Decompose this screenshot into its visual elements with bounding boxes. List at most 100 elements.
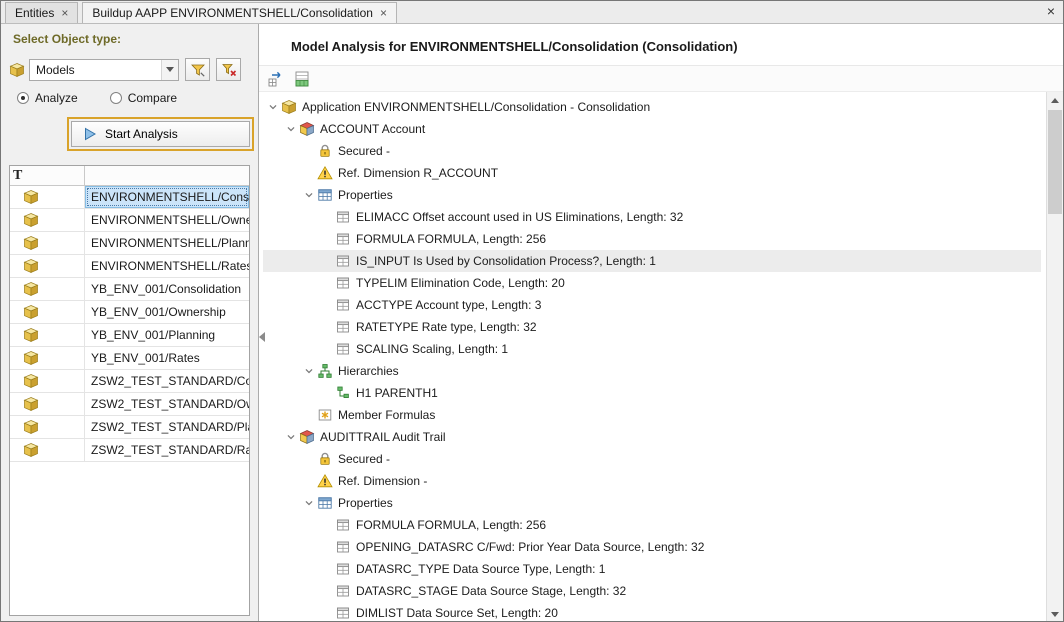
filter-button[interactable] <box>185 58 210 81</box>
expander-spacer <box>319 341 335 357</box>
tree-row[interactable]: Properties <box>263 492 1041 514</box>
tree-row[interactable]: DATASRC_TYPE Data Source Type, Length: 1 <box>263 558 1041 580</box>
clear-filter-button[interactable] <box>216 58 241 81</box>
vertical-scrollbar[interactable] <box>1046 92 1063 622</box>
model-list-item[interactable]: ENVIRONMENTSHELL/Rates <box>10 255 249 278</box>
expander-spacer <box>319 605 335 621</box>
analyze-radio[interactable]: Analyze <box>17 91 78 105</box>
export-spreadsheet-button[interactable] <box>292 69 312 89</box>
tabstrip-close-icon[interactable]: × <box>1047 4 1055 18</box>
object-selection-panel: Select Object type: Models Analyze <box>1 24 259 622</box>
model-label[interactable]: ZSW2_TEST_STANDARD/Planning <box>85 416 249 438</box>
model-label[interactable]: YB_ENV_001/Consolidation <box>85 278 249 300</box>
tree-row-label: DATASRC_TYPE Data Source Type, Length: 1 <box>356 562 605 576</box>
tree-row[interactable]: RATETYPE Rate type, Length: 32 <box>263 316 1041 338</box>
tree-row[interactable]: ACCTYPE Account type, Length: 3 <box>263 294 1041 316</box>
tree-row[interactable]: TYPELIM Elimination Code, Length: 20 <box>263 272 1041 294</box>
tree-row[interactable]: Secured - <box>263 140 1041 162</box>
tree-row[interactable]: DATASRC_STAGE Data Source Stage, Length:… <box>263 580 1041 602</box>
model-list-item[interactable]: YB_ENV_001/Rates <box>10 347 249 370</box>
tree-row[interactable]: DIMLIST Data Source Set, Length: 20 <box>263 602 1041 622</box>
scrollbar-thumb[interactable] <box>1048 110 1062 214</box>
tree-row-label: Secured - <box>338 144 390 158</box>
model-list-item[interactable]: ZSW2_TEST_STANDARD/Planning <box>10 416 249 439</box>
transfer-results-button[interactable] <box>266 69 286 89</box>
tab-close-icon[interactable]: × <box>61 8 68 18</box>
model-package-icon <box>23 235 39 251</box>
model-package-icon <box>23 258 39 274</box>
tree-row-label: AUDITTRAIL Audit Trail <box>320 430 446 444</box>
expander-spacer <box>319 319 335 335</box>
model-label[interactable]: ZSW2_TEST_STANDARD/Owners... <box>85 393 249 415</box>
model-list-item[interactable]: ZSW2_TEST_STANDARD/Owners... <box>10 393 249 416</box>
tree-row[interactable]: Ref. Dimension R_ACCOUNT <box>263 162 1041 184</box>
model-list-item[interactable]: ENVIRONMENTSHELL/Consolidation <box>10 186 249 209</box>
tree-row[interactable]: Application ENVIRONMENTSHELL/Consolidati… <box>263 96 1041 118</box>
model-list-item[interactable]: ENVIRONMENTSHELL/Ownership <box>10 209 249 232</box>
model-list-item[interactable]: YB_ENV_001/Consolidation <box>10 278 249 301</box>
expander-chevron-down-icon[interactable] <box>283 429 299 445</box>
tree-row[interactable]: FORMULA FORMULA, Length: 256 <box>263 228 1041 250</box>
expander-chevron-down-icon[interactable] <box>301 495 317 511</box>
model-label[interactable]: YB_ENV_001/Planning <box>85 324 249 346</box>
start-analysis-label: Start Analysis <box>105 127 178 141</box>
tree-row[interactable]: AUDITTRAIL Audit Trail <box>263 426 1041 448</box>
model-table-header: T <box>10 166 249 186</box>
tree-row[interactable]: OPENING_DATASRC C/Fwd: Prior Year Data S… <box>263 536 1041 558</box>
expander-spacer <box>301 165 317 181</box>
property-icon <box>335 319 351 335</box>
tab-buildup-analysis[interactable]: Buildup AAPP ENVIRONMENTSHELL/Consolidat… <box>82 2 397 23</box>
tree-row-label: DATASRC_STAGE Data Source Stage, Length:… <box>356 584 626 598</box>
tree-row[interactable]: FORMULA FORMULA, Length: 256 <box>263 514 1041 536</box>
object-type-dropdown[interactable]: Models <box>29 59 179 81</box>
analysis-tree: Application ENVIRONMENTSHELL/Consolidati… <box>263 96 1041 622</box>
model-label[interactable]: YB_ENV_001/Rates <box>85 347 249 369</box>
tab-entities[interactable]: Entities × <box>5 2 78 23</box>
model-label[interactable]: ENVIRONMENTSHELL/Consolidation <box>85 186 249 208</box>
start-analysis-button[interactable]: Start Analysis <box>71 121 250 147</box>
analysis-toolbar <box>259 66 1063 92</box>
tree-row[interactable]: Secured - <box>263 448 1041 470</box>
main-area: Select Object type: Models Analyze <box>1 24 1063 622</box>
tree-row-label: FORMULA FORMULA, Length: 256 <box>356 518 546 532</box>
model-icon-cell <box>10 301 85 323</box>
model-label[interactable]: ENVIRONMENTSHELL/Planning <box>85 232 249 254</box>
model-label[interactable]: ZSW2_TEST_STANDARD/Consoli... <box>85 370 249 392</box>
expander-chevron-down-icon[interactable] <box>283 121 299 137</box>
tree-row-label: SCALING Scaling, Length: 1 <box>356 342 508 356</box>
compare-radio[interactable]: Compare <box>110 91 177 105</box>
tree-row[interactable]: IS_INPUT Is Used by Consolidation Proces… <box>263 250 1041 272</box>
tree-row[interactable]: Member Formulas <box>263 404 1041 426</box>
expander-chevron-down-icon[interactable] <box>265 99 281 115</box>
model-label[interactable]: ENVIRONMENTSHELL/Ownership <box>85 209 249 231</box>
text-filter-header[interactable]: T <box>10 166 85 185</box>
expander-chevron-down-icon[interactable] <box>301 363 317 379</box>
tree-row[interactable]: SCALING Scaling, Length: 1 <box>263 338 1041 360</box>
tree-row[interactable]: H1 PARENTH1 <box>263 382 1041 404</box>
scroll-up-button[interactable] <box>1047 92 1063 108</box>
tree-row[interactable]: ACCOUNT Account <box>263 118 1041 140</box>
tree-row[interactable]: Properties <box>263 184 1041 206</box>
tree-row[interactable]: ELIMACC Offset account used in US Elimin… <box>263 206 1041 228</box>
model-list-item[interactable]: ZSW2_TEST_STANDARD/Consoli... <box>10 370 249 393</box>
panel-collapse-handle[interactable] <box>258 320 265 354</box>
model-label[interactable]: YB_ENV_001/Ownership <box>85 301 249 323</box>
tab-label: Buildup AAPP ENVIRONMENTSHELL/Consolidat… <box>92 6 373 20</box>
expander-chevron-down-icon[interactable] <box>301 187 317 203</box>
model-list-item[interactable]: ZSW2_TEST_STANDARD/Rates <box>10 439 249 462</box>
member-formulas-icon <box>317 407 333 423</box>
property-icon <box>335 231 351 247</box>
tree-row[interactable]: Hierarchies <box>263 360 1041 382</box>
model-icon-cell <box>10 255 85 277</box>
model-list-item[interactable]: YB_ENV_001/Ownership <box>10 301 249 324</box>
model-list-item[interactable]: ENVIRONMENTSHELL/Planning <box>10 232 249 255</box>
chevron-down-icon[interactable] <box>161 60 178 80</box>
model-label[interactable]: ZSW2_TEST_STANDARD/Rates <box>85 439 249 461</box>
tab-close-icon[interactable]: × <box>380 8 387 18</box>
model-list-item[interactable]: YB_ENV_001/Planning <box>10 324 249 347</box>
model-label[interactable]: ENVIRONMENTSHELL/Rates <box>85 255 249 277</box>
expander-spacer <box>301 473 317 489</box>
tree-row-label: Properties <box>338 496 393 510</box>
scroll-down-button[interactable] <box>1047 606 1063 622</box>
tree-row[interactable]: Ref. Dimension - <box>263 470 1041 492</box>
